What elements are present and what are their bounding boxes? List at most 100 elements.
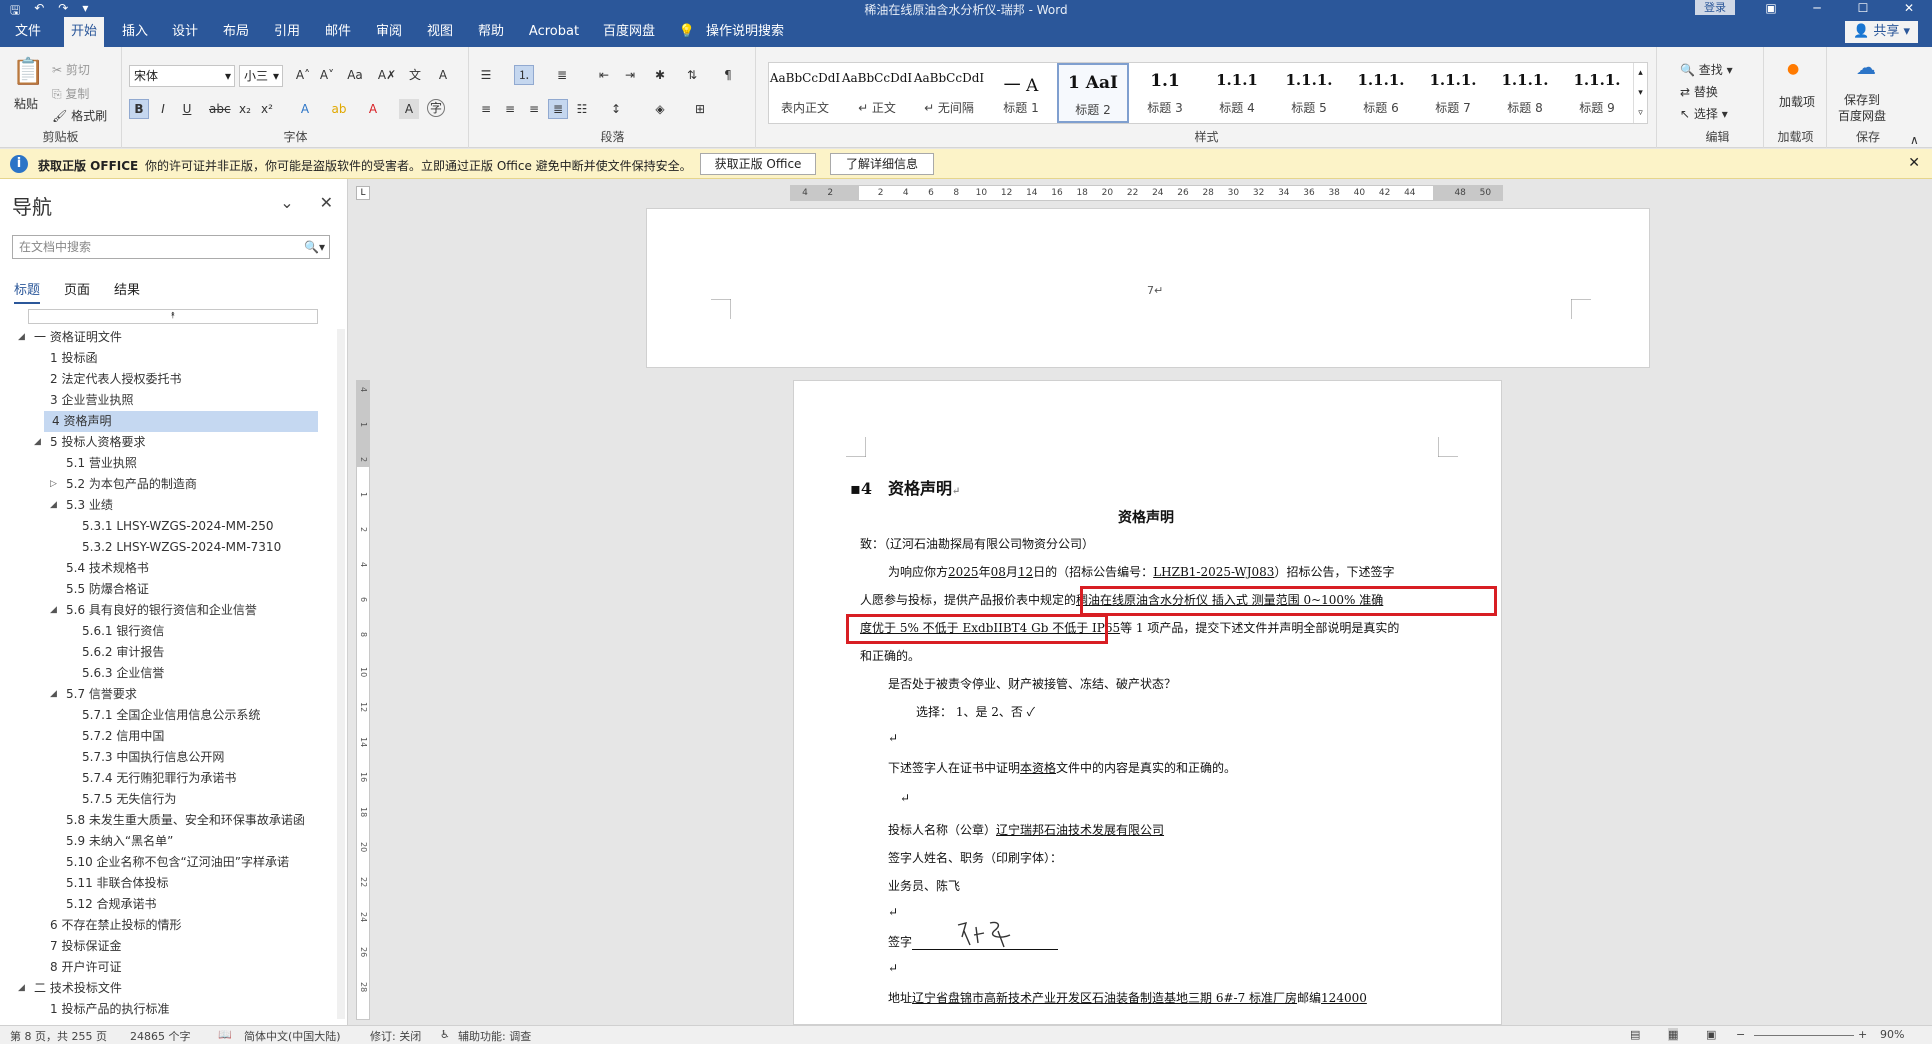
nav-heading-item[interactable]: 1 投标函: [0, 348, 330, 369]
horizontal-ruler[interactable]: 4 2 2 4 6 8 10 12 14 16 18 20 22 24 26 28 30 32 34 36 38 40 42…: [790, 185, 1503, 201]
nav-heading-item[interactable]: 5.7.3 中国执行信息公开网: [0, 747, 330, 768]
nav-heading-item[interactable]: 5.7.4 无行贿犯罪行为承诺书: [0, 768, 330, 789]
nav-heading-item[interactable]: ◢ 5.6 具有良好的银行资信和企业信誉: [0, 600, 330, 621]
nav-scrollbar[interactable]: [337, 329, 345, 1019]
track-changes[interactable]: 修订: 关闭: [370, 1028, 421, 1044]
tab-layout[interactable]: 布局: [219, 17, 253, 47]
collapse-icon[interactable]: ◢: [50, 495, 57, 516]
language[interactable]: 简体中文(中国大陆): [244, 1028, 341, 1044]
font-name-select[interactable]: 宋体 ▾: [129, 65, 235, 87]
tab-results[interactable]: 结果: [114, 279, 140, 304]
style-item[interactable]: 1.1.1. 标题 7: [1417, 63, 1489, 123]
justify-icon[interactable]: ≣: [548, 99, 568, 119]
decrease-indent-icon[interactable]: ⇤: [594, 65, 614, 85]
nav-heading-item[interactable]: 5.6.1 银行资信: [0, 621, 330, 642]
tab-baidu[interactable]: 百度网盘: [598, 17, 660, 47]
character-shading-icon[interactable]: A: [399, 99, 419, 119]
close-icon[interactable]: ✕: [1908, 155, 1920, 171]
nav-heading-item[interactable]: 6 不存在禁止投标的情形: [0, 915, 330, 936]
copy-button[interactable]: ⎘ 复制: [52, 85, 89, 102]
save-to-button[interactable]: 保存到: [1844, 91, 1880, 108]
share-button[interactable]: 👤 共享 ▾: [1844, 21, 1918, 43]
nav-heading-item[interactable]: 5.4 技术规格书: [0, 558, 330, 579]
style-item[interactable]: 1.1.1. 标题 5: [1273, 63, 1345, 123]
collapse-icon[interactable]: ◢: [18, 978, 25, 999]
read-mode-icon[interactable]: ▤: [1630, 1028, 1640, 1041]
nav-heading-item[interactable]: 5.5 防爆合格证: [0, 579, 330, 600]
find-button[interactable]: 🔍 查找 ▾: [1680, 61, 1733, 78]
baidu-cloud-icon[interactable]: ☁: [1856, 55, 1876, 79]
select-button[interactable]: ↖ 选择 ▾: [1680, 105, 1728, 122]
nav-heading-item[interactable]: 5.3.2 LHSY-WZGS-2024-MM-7310: [0, 537, 330, 558]
addins-icon[interactable]: ●: [1787, 61, 1799, 77]
nav-heading-item[interactable]: ◢ 二 技术投标文件: [0, 978, 330, 999]
line-spacing-icon[interactable]: ↕: [606, 99, 626, 119]
nav-heading-item[interactable]: 5.7.5 无失信行为: [0, 789, 330, 810]
proofing-icon[interactable]: 📖: [218, 1028, 232, 1041]
style-item[interactable]: AaBbCcDdI ↵ 无间隔: [913, 63, 985, 123]
tab-help[interactable]: 帮助: [474, 17, 508, 47]
enclose-character-icon[interactable]: 字: [427, 99, 445, 117]
superscript-icon[interactable]: x²: [257, 99, 277, 119]
vertical-ruler[interactable]: 4 1 2 1 2 4 6 8 10 12 14 16 18 20 22 24 26 28: [356, 380, 370, 1020]
collapse-icon[interactable]: ◢: [34, 432, 41, 453]
collapse-icon[interactable]: ◢: [18, 327, 25, 348]
format-painter-button[interactable]: 🖌 格式刷: [52, 107, 107, 124]
phonetic-guide-icon[interactable]: 文: [405, 65, 425, 85]
chevron-down-icon[interactable]: ⌄: [280, 193, 293, 212]
gallery-scroll[interactable]: ▴ ▾ ▿: [1633, 63, 1647, 123]
close-icon[interactable]: ✕: [1886, 0, 1932, 16]
style-item[interactable]: AaBbCcDdI ↵ 正文: [841, 63, 913, 123]
nav-heading-item[interactable]: ◢ 5 投标人资格要求: [0, 432, 330, 453]
borders-icon[interactable]: ⊞: [690, 99, 710, 119]
bold-icon[interactable]: B: [129, 99, 149, 119]
align-right-icon[interactable]: ≡: [524, 99, 544, 119]
nav-heading-item[interactable]: ◢ 一 资格证明文件: [0, 327, 330, 348]
style-item[interactable]: 1.1.1. 标题 6: [1345, 63, 1417, 123]
nav-search-input[interactable]: 在文档中搜索 🔍▾: [12, 235, 330, 259]
expand-icon[interactable]: ▷: [50, 474, 57, 495]
italic-icon[interactable]: I: [153, 99, 173, 119]
underline-icon[interactable]: U: [177, 99, 197, 119]
align-center-icon[interactable]: ≡: [500, 99, 520, 119]
tab-references[interactable]: 引用: [270, 17, 304, 47]
nav-heading-item[interactable]: 1 投标产品的执行标准: [0, 999, 330, 1020]
ribbon-display-icon[interactable]: ▣: [1748, 0, 1794, 16]
nav-heading-item[interactable]: 5.7.2 信用中国: [0, 726, 330, 747]
tab-headings[interactable]: 标题: [14, 279, 41, 304]
zoom-out-icon[interactable]: −: [1736, 1028, 1745, 1041]
collapse-all-icon[interactable]: ⯭: [28, 309, 318, 324]
nav-heading-item[interactable]: 8 开户许可证: [0, 957, 330, 978]
subscript-icon[interactable]: x₂: [235, 99, 255, 119]
tab-selector[interactable]: L: [356, 186, 370, 200]
nav-heading-item[interactable]: 5.6.3 企业信誉: [0, 663, 330, 684]
font-color-icon[interactable]: A: [363, 99, 383, 119]
get-office-button[interactable]: 获取正版 Office: [700, 153, 816, 175]
numbering-icon[interactable]: ⒈: [514, 65, 534, 85]
tab-pages[interactable]: 页面: [64, 279, 90, 304]
clear-format-icon[interactable]: A✗: [377, 65, 397, 85]
nav-heading-item[interactable]: 5.9 未纳入“黑名单”: [0, 831, 330, 852]
strikethrough-icon[interactable]: abc: [209, 99, 231, 119]
nav-heading-item[interactable]: ▷ 5.2 为本包产品的制造商: [0, 474, 330, 495]
minimize-icon[interactable]: ─: [1794, 0, 1840, 16]
paste-button[interactable]: 粘贴: [14, 95, 38, 112]
learn-more-button[interactable]: 了解详细信息: [830, 153, 934, 175]
accessibility[interactable]: 辅助功能: 调查: [458, 1028, 531, 1044]
page-count[interactable]: 第 8 页，共 255 页: [10, 1028, 107, 1044]
collapse-ribbon-icon[interactable]: ∧: [1910, 133, 1919, 147]
distributed-icon[interactable]: ☷: [572, 99, 592, 119]
nav-heading-item[interactable]: 5.1 营业执照: [0, 453, 330, 474]
style-item[interactable]: 1.1 标题 3: [1129, 63, 1201, 123]
login-button[interactable]: 登录: [1695, 0, 1735, 15]
paste-icon[interactable]: 📋: [12, 57, 44, 87]
nav-heading-item[interactable]: 5.3.1 LHSY-WZGS-2024-MM-250: [0, 516, 330, 537]
grow-font-icon[interactable]: A˄: [293, 65, 313, 85]
sort-icon[interactable]: ⇅: [682, 65, 702, 85]
tab-design[interactable]: 设计: [168, 17, 202, 47]
nav-heading-item[interactable]: 5.7.1 全国企业信用信息公示系统: [0, 705, 330, 726]
change-case-icon[interactable]: Aa: [345, 65, 365, 85]
nav-heading-item[interactable]: 5.8 未发生重大质量、安全和环保事故承诺函: [0, 810, 330, 831]
style-item[interactable]: 一 A 标题 1: [985, 63, 1057, 123]
accessibility-icon[interactable]: ♿: [440, 1028, 450, 1041]
